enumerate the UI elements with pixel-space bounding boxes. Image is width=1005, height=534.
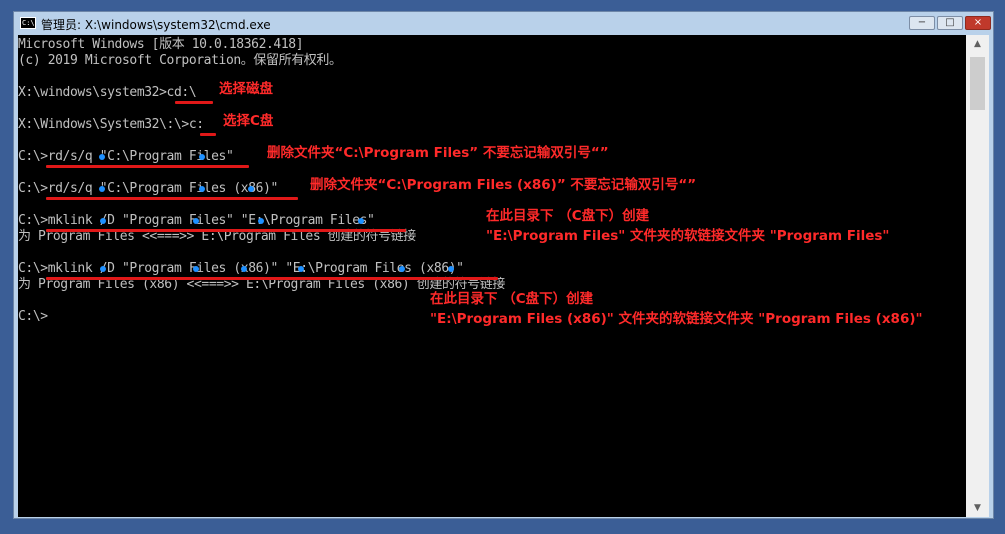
- underline-highlight: [175, 101, 213, 104]
- console-line: (c) 2019 Microsoft Corporation。保留所有权利。: [18, 53, 342, 68]
- underline-highlight: [46, 165, 249, 168]
- annotation-mklink2-detail: "E:\Program Files (x86)" 文件夹的软链接文件夹 "Pro…: [430, 311, 923, 327]
- space-marker: [193, 266, 199, 272]
- space-marker: [99, 186, 105, 192]
- underline-highlight: [46, 229, 406, 232]
- console-line: X:\Windows\System32\:\>c:: [18, 117, 204, 132]
- space-marker: [100, 218, 106, 224]
- underline-highlight: [200, 133, 216, 136]
- annotation-mklink1-detail: "E:\Program Files" 文件夹的软链接文件夹 "Program F…: [486, 228, 890, 244]
- console-line: Microsoft Windows [版本 10.0.18362.418]: [18, 37, 304, 52]
- space-marker: [399, 266, 405, 272]
- annotation-delete-pf86: 删除文件夹“C:\Program Files (x86)” 不要忘记输双引号“”: [310, 177, 697, 193]
- console-line: C:\>rd/s/q "C:\Program Files (x86)": [18, 181, 278, 196]
- space-marker: [199, 186, 205, 192]
- vertical-scrollbar[interactable]: ▲ ▼: [966, 35, 989, 517]
- console-output[interactable]: Microsoft Windows [版本 10.0.18362.418] (c…: [18, 35, 966, 517]
- underline-highlight: [46, 277, 498, 280]
- space-marker: [99, 154, 105, 160]
- space-marker: [248, 186, 254, 192]
- space-marker: [193, 218, 199, 224]
- title-bar[interactable]: C:\ 管理员: X:\windows\system32\cmd.exe − □…: [14, 12, 993, 35]
- annotation-select-disk: 选择磁盘: [219, 81, 273, 97]
- annotation-select-c: 选择C盘: [223, 113, 274, 129]
- maximize-button[interactable]: □: [937, 16, 963, 30]
- scroll-down-icon[interactable]: ▼: [966, 499, 989, 517]
- space-marker: [298, 266, 304, 272]
- console-line: X:\windows\system32>cd:\: [18, 85, 197, 100]
- space-marker: [258, 218, 264, 224]
- cmd-icon: C:\: [20, 17, 36, 29]
- annotation-delete-pf: 删除文件夹“C:\Program Files” 不要忘记输双引号“”: [267, 145, 609, 161]
- space-marker: [448, 266, 454, 272]
- scroll-up-icon[interactable]: ▲: [966, 35, 989, 53]
- window-title: 管理员: X:\windows\system32\cmd.exe: [41, 18, 271, 32]
- space-marker: [100, 266, 106, 272]
- scrollbar-thumb[interactable]: [970, 57, 985, 110]
- cmd-window: C:\ 管理员: X:\windows\system32\cmd.exe − □…: [13, 11, 994, 519]
- underline-highlight: [46, 197, 298, 200]
- minimize-button[interactable]: −: [909, 16, 935, 30]
- annotation-mklink2: 在此目录下 （C盘下）创建: [430, 291, 594, 307]
- annotation-mklink1: 在此目录下 （C盘下）创建: [486, 208, 650, 224]
- space-marker: [199, 154, 205, 160]
- space-marker: [358, 218, 364, 224]
- close-button[interactable]: ×: [965, 16, 991, 30]
- space-marker: [241, 266, 247, 272]
- console-prompt: C:\>: [18, 309, 48, 324]
